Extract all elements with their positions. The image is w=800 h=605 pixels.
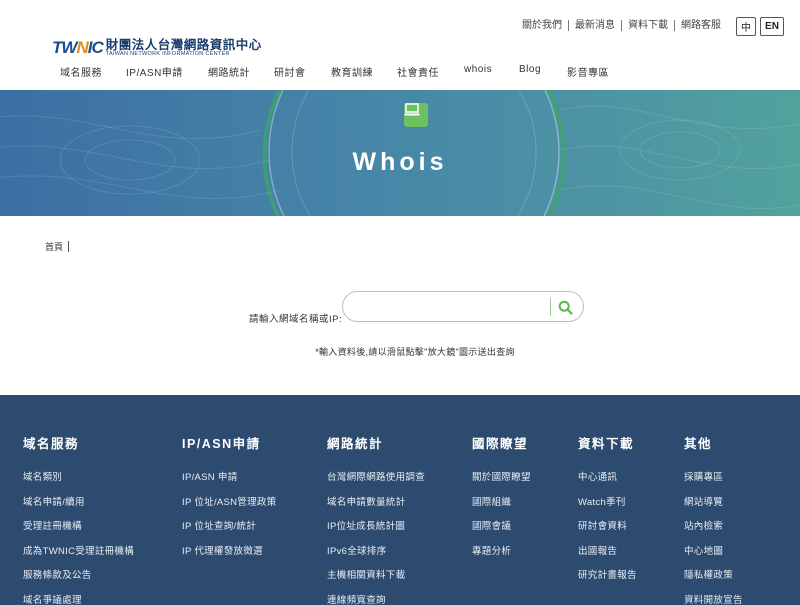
search-button[interactable] xyxy=(555,297,575,317)
breadcrumb: 首頁 xyxy=(45,240,70,253)
nav-domain-services[interactable]: 域名服務 xyxy=(60,64,126,79)
top-link-news[interactable]: 最新消息 xyxy=(569,20,622,31)
footer-link[interactable]: 網站導覽 xyxy=(684,491,743,516)
footer-link[interactable]: IP 代理權發放徵選 xyxy=(182,540,277,565)
breadcrumb-separator xyxy=(68,241,70,252)
footer-link[interactable]: IP 位址查詢/統計 xyxy=(182,515,277,540)
footer-heading: 國際瞭望 xyxy=(472,437,529,451)
footer-link[interactable]: IP位址成長統計圖 xyxy=(327,515,425,540)
site-footer: 域名服務 域名類別 域名申請/續用 受理註冊機構 成為TWNIC受理註冊機構 服… xyxy=(0,395,800,605)
footer-heading: 資料下載 xyxy=(578,437,635,451)
nav-education[interactable]: 教育訓練 xyxy=(331,64,397,79)
breadcrumb-home[interactable]: 首頁 xyxy=(45,240,63,253)
footer-heading: IP/ASN申請 xyxy=(182,437,261,451)
whois-search-input[interactable] xyxy=(355,298,545,316)
footer-col-downloads: 資料下載 中心通訊 Watch季刊 研討會資料 出國報告 研究計畫報告 xyxy=(578,433,637,589)
footer-link[interactable]: 台灣網際網路使用調查 xyxy=(327,466,425,491)
footer-link[interactable]: 域名爭議處理 xyxy=(23,589,134,605)
footer-col-domain: 域名服務 域名類別 域名申請/續用 受理註冊機構 成為TWNIC受理註冊機構 服… xyxy=(23,433,134,605)
footer-link[interactable]: IPv6全球排序 xyxy=(327,540,425,565)
search-divider xyxy=(550,298,551,316)
nav-social-responsibility[interactable]: 社會責任 xyxy=(397,64,464,79)
footer-col-ip-asn: IP/ASN申請 IP/ASN 申請 IP 位址/ASN管理政策 IP 位址查詢… xyxy=(182,433,277,564)
main-nav: 域名服務 IP/ASN申請 網路統計 研討會 教育訓練 社會責任 whois B… xyxy=(60,64,627,79)
nav-media[interactable]: 影音專區 xyxy=(567,64,627,79)
footer-link[interactable]: 資料開放宣告 xyxy=(684,589,743,605)
nav-seminars[interactable]: 研討會 xyxy=(274,64,331,79)
footer-link[interactable]: 關於國際瞭望 xyxy=(472,466,531,491)
footer-link[interactable]: 域名申請數量統計 xyxy=(327,491,425,516)
footer-link[interactable]: 採購專區 xyxy=(684,466,743,491)
footer-link[interactable]: 中心地圖 xyxy=(684,540,743,565)
nav-blog[interactable]: Blog xyxy=(519,64,567,79)
search-label: 請輸入網域名稱或IP: xyxy=(249,314,343,325)
search-icon xyxy=(558,300,573,315)
footer-link[interactable]: 域名類別 xyxy=(23,466,134,491)
footer-heading: 網路統計 xyxy=(327,437,384,451)
site-logo[interactable]: TWNIC 財團法人台灣網路資訊中心 TAIWAN NETWORK INFORM… xyxy=(52,38,262,58)
footer-link[interactable]: 隱私權政策 xyxy=(684,564,743,589)
nav-network-stats[interactable]: 網路統計 xyxy=(208,64,274,79)
footer-link[interactable]: 連線頻寬查詢 xyxy=(327,589,425,605)
whois-search-box xyxy=(342,291,584,322)
footer-col-international: 國際瞭望 關於國際瞭望 國際組織 國際會議 專題分析 xyxy=(472,433,531,564)
footer-link[interactable]: IP/ASN 申請 xyxy=(182,466,277,491)
footer-link[interactable]: 服務條款及公告 xyxy=(23,564,134,589)
footer-link[interactable]: 成為TWNIC受理註冊機構 xyxy=(23,540,134,565)
page-title: Whois xyxy=(352,148,448,176)
footer-heading: 域名服務 xyxy=(23,437,80,451)
footer-link[interactable]: Watch季刊 xyxy=(578,491,637,516)
footer-link[interactable]: 國際組織 xyxy=(472,491,531,516)
top-link-about[interactable]: 關於我們 xyxy=(516,20,569,31)
top-link-support[interactable]: 網路客服 xyxy=(675,20,727,31)
footer-link[interactable]: IP 位址/ASN管理政策 xyxy=(182,491,277,516)
nav-ip-asn[interactable]: IP/ASN申請 xyxy=(126,64,208,79)
footer-link[interactable]: 出國報告 xyxy=(578,540,637,565)
computer-icon xyxy=(404,103,428,127)
footer-link[interactable]: 中心通訊 xyxy=(578,466,637,491)
footer-link[interactable]: 站內檢索 xyxy=(684,515,743,540)
footer-link[interactable]: 域名申請/續用 xyxy=(23,491,134,516)
footer-link[interactable]: 專題分析 xyxy=(472,540,531,565)
lang-zh-button[interactable]: 中 xyxy=(736,17,756,36)
nav-whois[interactable]: whois xyxy=(464,64,519,79)
logo-english-name: TAIWAN NETWORK INFORMATION CENTER xyxy=(105,51,230,57)
footer-col-other: 其他 採購專區 網站導覽 站內檢索 中心地圖 隱私權政策 資料開放宣告 xyxy=(684,433,743,605)
page-banner: Whois xyxy=(0,90,800,216)
footer-heading: 其他 xyxy=(684,437,713,451)
site-header: TWNIC 財團法人台灣網路資訊中心 TAIWAN NETWORK INFORM… xyxy=(0,0,800,90)
footer-link[interactable]: 受理註冊機構 xyxy=(23,515,134,540)
logo-chinese-name: 財團法人台灣網路資訊中心 xyxy=(105,37,262,52)
top-link-downloads[interactable]: 資料下載 xyxy=(622,20,675,31)
footer-link[interactable]: 主機相關資料下載 xyxy=(327,564,425,589)
footer-col-network-stats: 網路統計 台灣網際網路使用調查 域名申請數量統計 IP位址成長統計圖 IPv6全… xyxy=(327,433,425,605)
logo-mark: TWNIC xyxy=(52,38,104,57)
utility-links: 關於我們 最新消息 資料下載 網路客服 xyxy=(516,20,727,31)
footer-link[interactable]: 研究計畫報告 xyxy=(578,564,637,589)
lang-en-button[interactable]: EN xyxy=(760,17,784,36)
footer-link[interactable]: 國際會議 xyxy=(472,515,531,540)
search-note: *輸入資料後,請以滑鼠點擊"放大鏡"圖示送出查詢 xyxy=(315,347,515,357)
footer-link[interactable]: 研討會資料 xyxy=(578,515,637,540)
